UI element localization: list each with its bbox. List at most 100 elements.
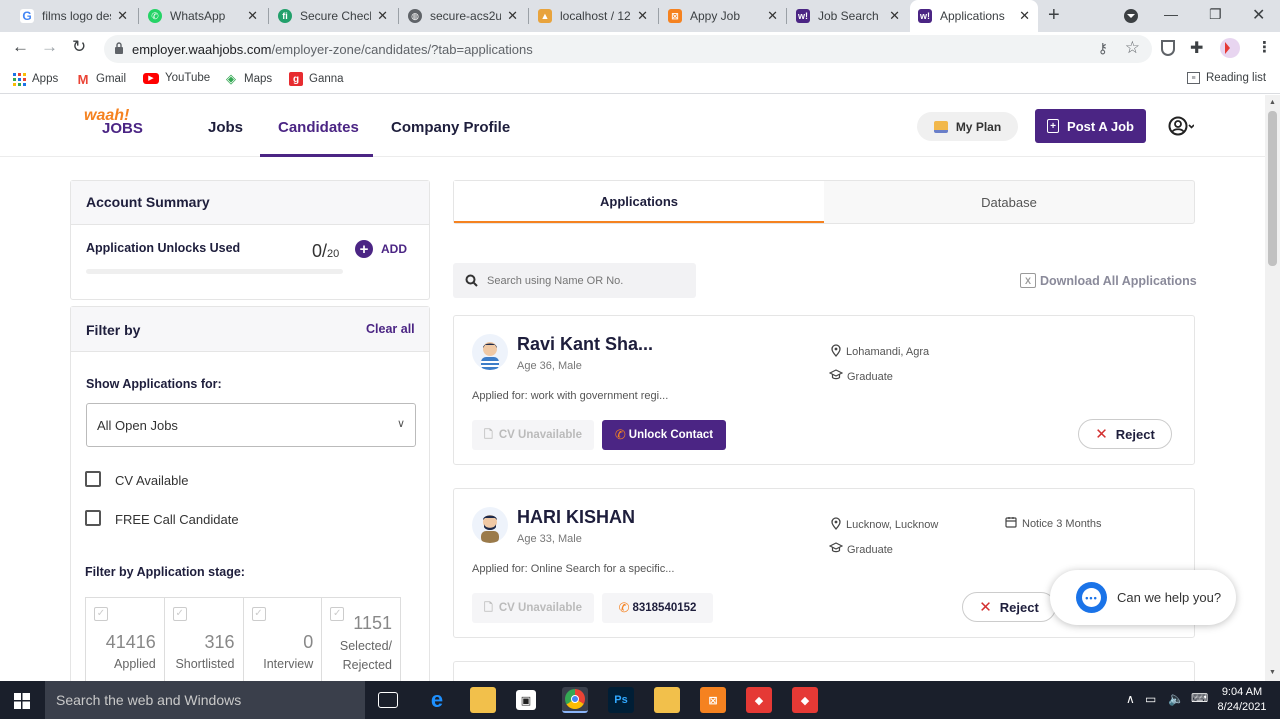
unlock-contact-button[interactable]: ✆ Unlock Contact <box>602 420 726 450</box>
candidate-card[interactable]: Ravi Kant Sha... Age 36, Male Lohamandi,… <box>453 315 1195 465</box>
close-icon[interactable]: ✕ <box>767 8 778 24</box>
xampp-icon[interactable]: ⊠ <box>700 687 726 713</box>
cv-unavailable-button[interactable]: 🗋 CV Unavailable <box>472 593 594 623</box>
chrome-menu-icon[interactable]: ⋮ <box>1257 38 1272 56</box>
nav-jobs[interactable]: Jobs <box>208 119 243 136</box>
close-icon[interactable]: ✕ <box>637 8 648 24</box>
nav-candidates[interactable]: Candidates <box>278 119 359 136</box>
my-plan-button[interactable]: My Plan <box>917 112 1018 141</box>
network-icon[interactable]: ▭ <box>1145 692 1156 706</box>
applied-for-text: Applied for: work with government regi..… <box>472 390 669 402</box>
browser-tab[interactable]: ✆ WhatsApp ✕ <box>140 0 266 32</box>
close-icon[interactable]: ✕ <box>247 8 258 24</box>
close-icon[interactable]: ✕ <box>507 8 518 24</box>
candidate-name[interactable]: HARI KISHAN <box>517 507 635 528</box>
add-unlocks-button[interactable]: + ADD <box>355 240 407 258</box>
forward-icon[interactable]: → <box>41 37 58 57</box>
cv-available-checkbox[interactable] <box>85 471 101 487</box>
reject-button[interactable]: ✕ Reject <box>962 592 1056 622</box>
bookmark-maps[interactable]: ◈ Maps <box>224 71 272 86</box>
task-view-icon[interactable] <box>378 692 398 708</box>
phone-icon: ✆ <box>618 600 630 615</box>
stage-shortlisted[interactable]: ✓ 316 Shortlisted <box>165 598 244 681</box>
puzzle-extensions-icon[interactable]: ✚ <box>1190 38 1203 58</box>
stage-selected-rejected[interactable]: ✓ 1151 Selected/ Rejected <box>322 598 400 681</box>
close-icon[interactable]: ✕ <box>117 8 128 24</box>
shield-extension-icon[interactable] <box>1161 40 1175 56</box>
page-scrollbar[interactable]: ▲ ▼ <box>1265 95 1280 681</box>
browser-tab[interactable]: ▲ localhost / 12 ✕ <box>530 0 656 32</box>
browser-tab[interactable]: G films logo des ✕ <box>12 0 136 32</box>
bookmark-ganna[interactable]: g Ganna <box>289 72 344 86</box>
close-icon[interactable]: ✕ <box>1019 8 1030 24</box>
close-x-icon: ✕ <box>1095 426 1108 443</box>
anydesk-icon[interactable]: ◆ <box>746 687 772 713</box>
store-icon[interactable]: ▣ <box>516 690 536 710</box>
candidate-search-input[interactable] <box>487 274 687 287</box>
address-bar[interactable]: employer.waahjobs.com/employer-zone/cand… <box>104 35 1152 63</box>
browser-tab[interactable]: w! Job Search In ✕ <box>788 0 908 32</box>
post-a-job-button[interactable]: + Post A Job <box>1035 109 1146 143</box>
chrome-taskbar-icon[interactable] <box>562 687 588 713</box>
scroll-down-arrow-icon[interactable]: ▼ <box>1269 669 1276 676</box>
download-all-link[interactable]: X Download All Applications <box>1020 273 1197 288</box>
close-icon[interactable]: ✕ <box>377 8 388 24</box>
browser-tab[interactable]: fi Secure Check ✕ <box>270 0 396 32</box>
bookmark-gmail[interactable]: M Gmail <box>76 72 127 87</box>
bookmark-star-icon[interactable]: ☆ <box>1125 38 1140 58</box>
reading-list-button[interactable]: ≡ Reading list <box>1187 72 1266 84</box>
reject-button[interactable]: ✕ Reject <box>1078 419 1172 449</box>
candidate-card[interactable] <box>453 661 1195 681</box>
taskbar-clock[interactable]: 9:04 AM 8/24/2021 <box>1216 685 1268 715</box>
nav-company-profile[interactable]: Company Profile <box>391 119 510 136</box>
taskbar-search-box[interactable]: Search the web and Windows <box>45 681 365 719</box>
file-explorer-icon[interactable] <box>470 687 496 713</box>
add-document-icon: + <box>1047 119 1060 133</box>
back-icon[interactable]: ← <box>12 37 29 57</box>
volume-icon[interactable]: 🔈 <box>1168 691 1184 707</box>
waahjobs-logo[interactable]: waah! JOBS <box>84 108 143 137</box>
scroll-up-arrow-icon[interactable]: ▲ <box>1269 99 1276 106</box>
windows-start-icon[interactable] <box>14 693 30 709</box>
reading-list-icon: ≡ <box>1187 72 1200 84</box>
reading-list-label: Reading list <box>1206 72 1267 84</box>
profile-avatar[interactable] <box>1220 38 1240 58</box>
phone-number-button[interactable]: ✆ 8318540152 <box>602 593 713 623</box>
candidate-name[interactable]: Ravi Kant Sha... <box>517 334 653 355</box>
help-chat-widget[interactable]: ••• Can we help you? <box>1050 570 1236 625</box>
browser-tab-active[interactable]: w! Applications ✕ <box>910 0 1038 32</box>
scrollbar-thumb[interactable] <box>1268 111 1277 266</box>
free-call-checkbox[interactable] <box>85 510 101 526</box>
stage-interview[interactable]: ✓ 0 Interview <box>244 598 323 681</box>
close-icon[interactable]: ✕ <box>889 8 900 24</box>
system-tray-chevron-icon[interactable]: ∧ <box>1126 692 1135 706</box>
candidate-search-box[interactable] <box>453 263 696 298</box>
account-menu-icon[interactable] <box>1168 115 1195 137</box>
edge-browser-icon[interactable]: e <box>424 687 450 713</box>
cv-unavailable-button[interactable]: 🗋 CV Unavailable <box>472 420 594 450</box>
keyboard-icon[interactable]: ⌨ <box>1191 691 1208 705</box>
chevron-down-icon: ∨ <box>396 418 405 430</box>
bookmark-youtube[interactable]: ▶ YouTube <box>143 72 210 84</box>
stage-applied[interactable]: ✓ 41416 Applied <box>86 598 165 681</box>
folder-icon[interactable] <box>654 687 680 713</box>
new-tab-button[interactable]: + <box>1048 4 1060 27</box>
browser-tab[interactable]: ⊠ Appy Job ✕ <box>660 0 786 32</box>
bookmark-label: Gmail <box>96 73 127 85</box>
window-close-icon[interactable]: ✕ <box>1252 5 1265 25</box>
tab-database[interactable]: Database <box>824 181 1194 223</box>
job-filter-select[interactable]: All Open Jobs ∨ <box>86 403 416 447</box>
stage-filter-title: Filter by Application stage: <box>85 565 245 579</box>
tab-applications[interactable]: Applications <box>454 181 824 223</box>
minimize-icon[interactable]: — <box>1164 6 1178 22</box>
maximize-icon[interactable]: ❐ <box>1209 6 1222 23</box>
browser-tab[interactable]: ◍ secure-acs2u ✕ <box>400 0 526 32</box>
clear-all-link[interactable]: Clear all <box>366 322 415 336</box>
tab-search-icon[interactable] <box>1124 9 1138 23</box>
reload-icon[interactable]: ↻ <box>72 37 86 57</box>
anydesk-icon[interactable]: ◆ <box>792 687 818 713</box>
bookmark-apps[interactable]: Apps <box>12 72 58 86</box>
waahjobs-icon: w! <box>918 9 932 23</box>
key-icon[interactable]: ⚷ <box>1098 40 1108 57</box>
photoshop-icon[interactable]: Ps <box>608 687 634 713</box>
